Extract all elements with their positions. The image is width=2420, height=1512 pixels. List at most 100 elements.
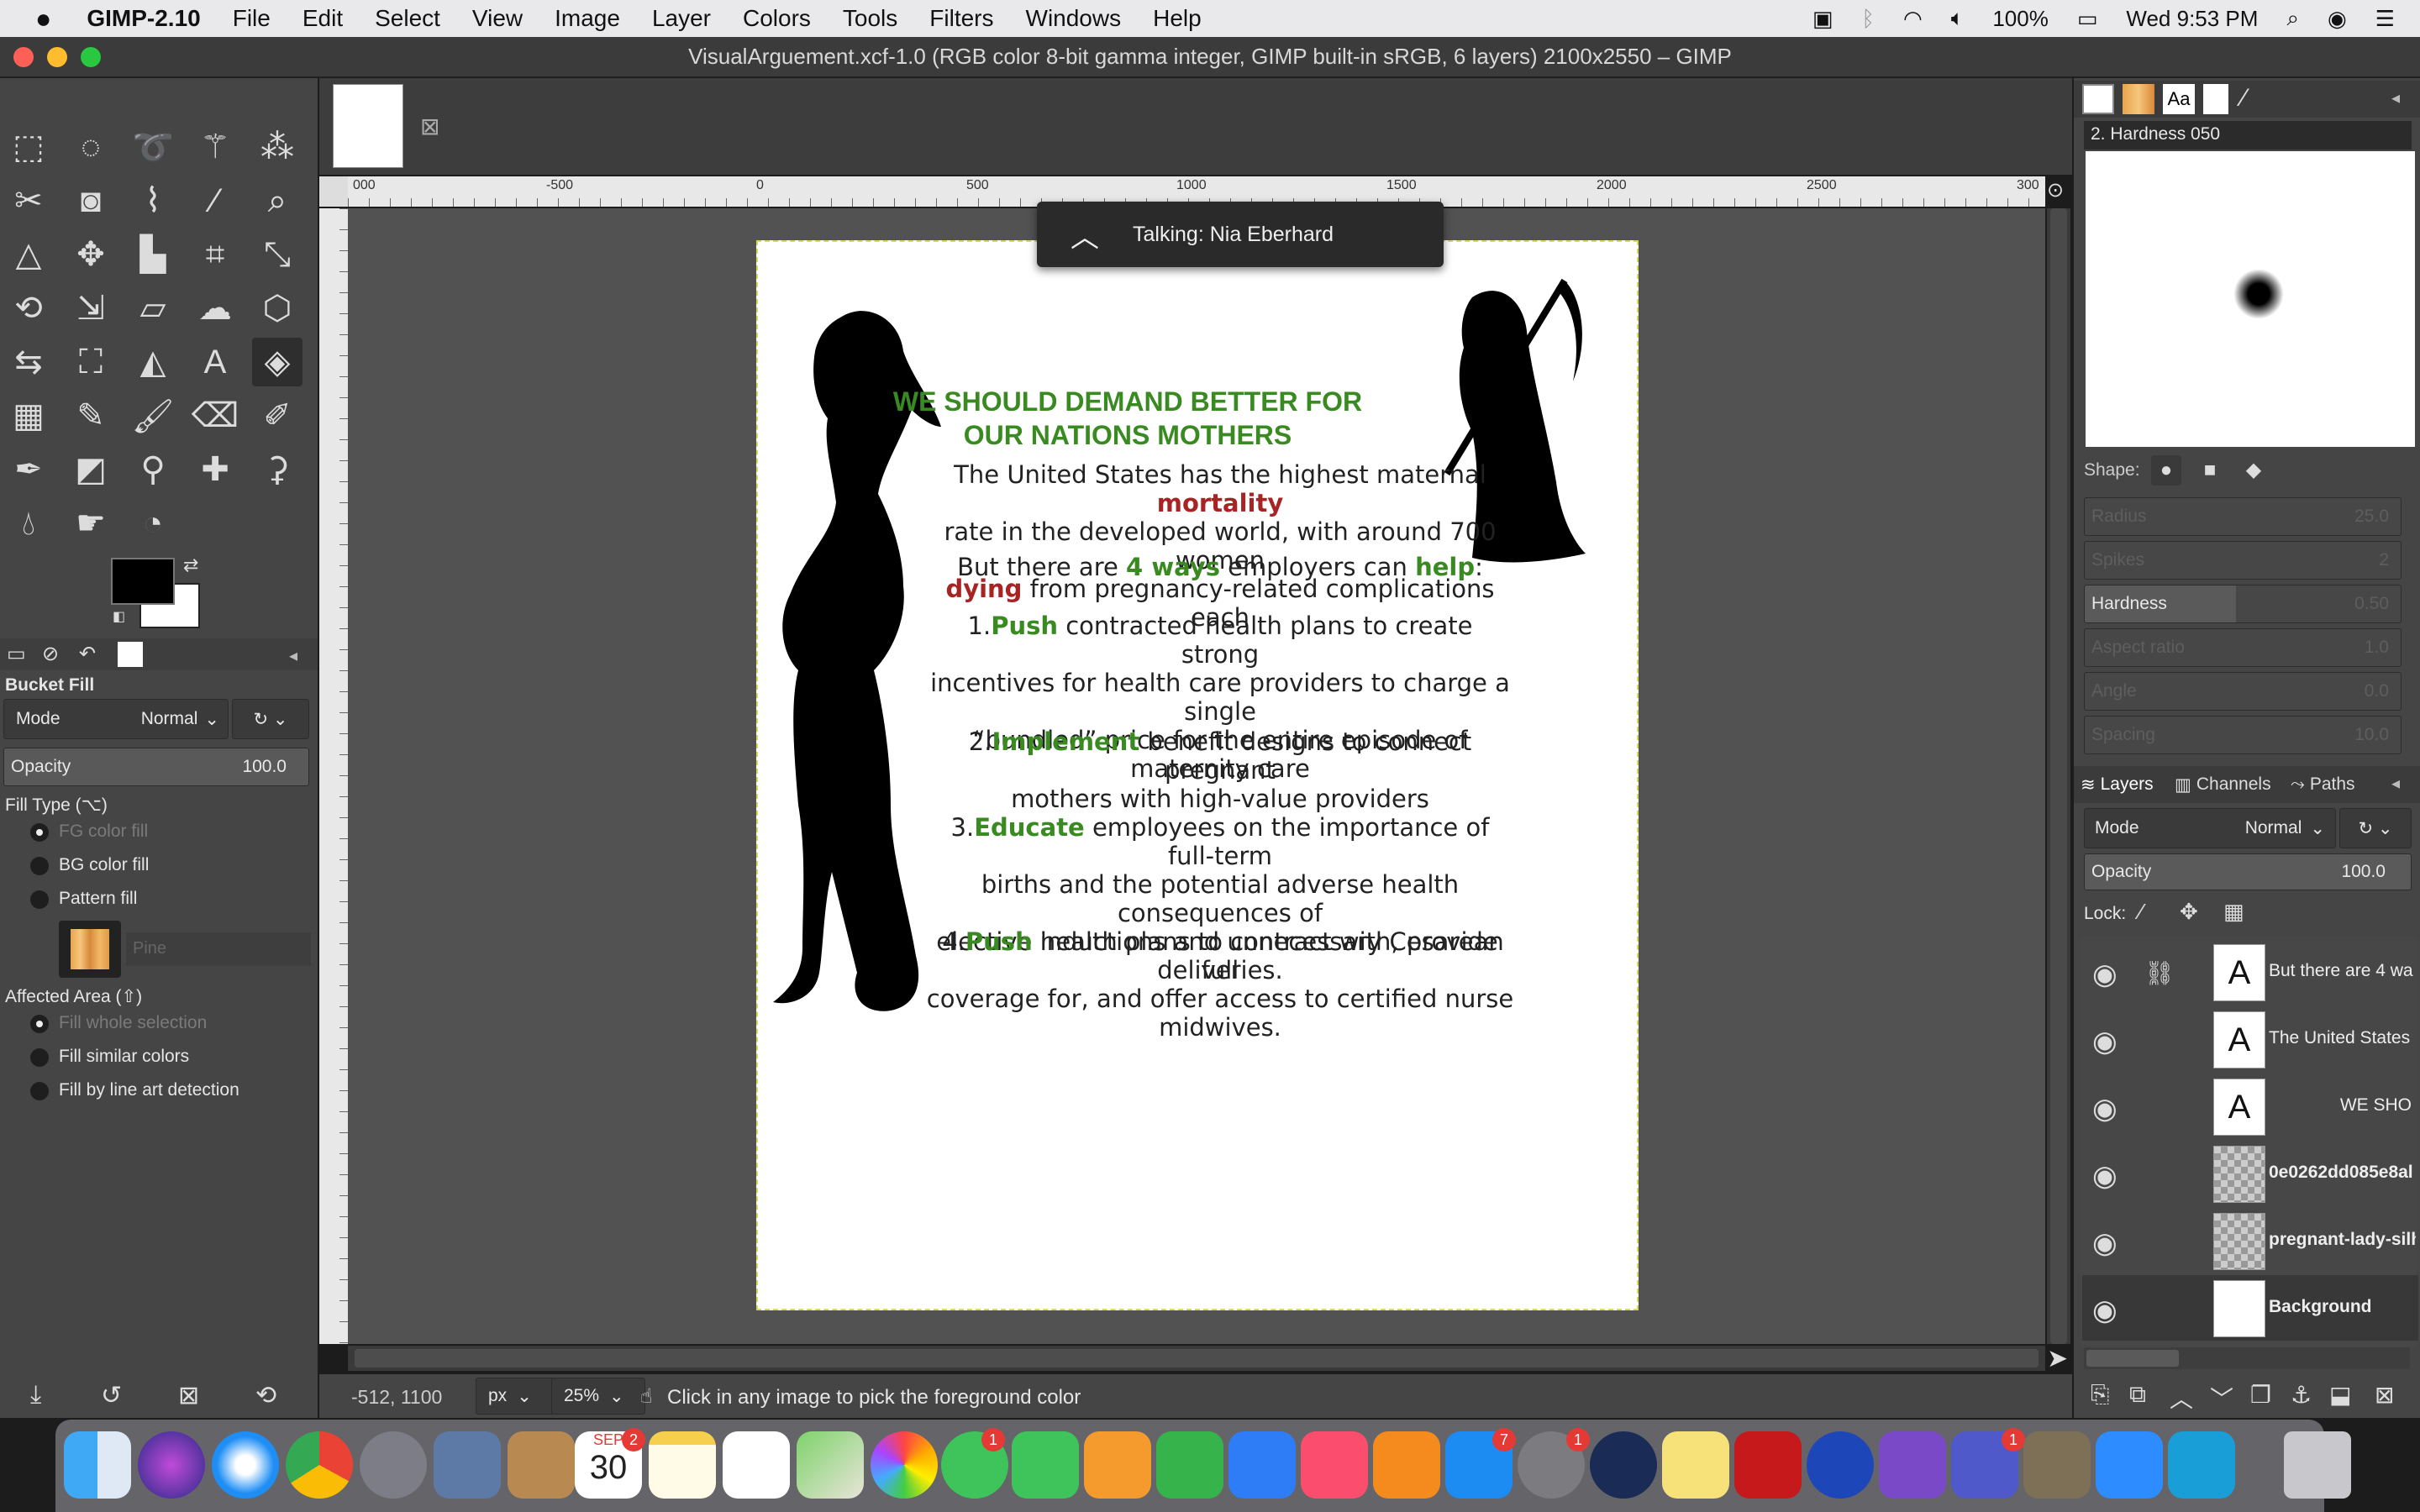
free-select-icon[interactable]: ➰ [128,123,178,171]
menu-help[interactable]: Help [1153,5,1202,32]
square-shape-button[interactable]: ■ [2195,455,2225,486]
tab-layers[interactable]: ≋ Layers [2081,769,2154,800]
battery-percent[interactable]: 100% [1992,6,2049,32]
menu-select[interactable]: Select [375,5,440,32]
wifi-icon[interactable]: ◠ [1903,6,1923,32]
tab-channels[interactable]: ▥ Channels [2175,769,2271,800]
unified-transform-icon[interactable]: ⤡ [252,230,302,279]
tool-mode-select[interactable]: Mode Normal ⌄ [3,699,229,739]
perspective-icon[interactable]: ⬡ [252,284,302,333]
diamond-shape-button[interactable]: ◆ [2238,455,2269,486]
bucket-fill-icon[interactable]: ◈ [252,338,302,386]
lock-position-icon[interactable]: ✥ [2180,899,2198,925]
chrome-icon[interactable] [286,1431,353,1499]
siri-dock-icon[interactable] [138,1431,205,1499]
pattern-swatch[interactable] [59,921,121,978]
facetime-icon[interactable] [1012,1431,1079,1499]
layer-mode-reset-button[interactable]: ↻ ⌄ [2339,808,2412,848]
battery-icon[interactable]: ▭ [2077,6,2098,32]
text-tool-icon[interactable]: A [190,338,240,386]
pencil-icon[interactable]: ✎ [66,391,116,440]
rotate-icon[interactable]: ⟲ [3,284,54,333]
apple-icon[interactable]: ● [35,3,51,34]
delete-options-icon[interactable]: ⊠ [178,1381,199,1410]
shear-icon[interactable]: ▱ [128,284,178,333]
visibility-eye-icon[interactable]: ◉ [2092,1226,2118,1260]
launchpad-icon[interactable] [360,1431,427,1499]
gradient-icon[interactable]: ▦ [3,391,54,440]
fill-line-art-radio[interactable] [30,1082,49,1100]
zoom-icon[interactable] [2096,1431,2163,1499]
photos-icon[interactable] [871,1431,938,1499]
scale-icon[interactable]: ⇲ [66,284,116,333]
restore-options-icon[interactable]: ↺ [101,1381,122,1410]
visibility-eye-icon[interactable]: ◉ [2092,1159,2118,1193]
menu-tools[interactable]: Tools [843,5,897,32]
bg-fill-radio[interactable] [30,857,49,875]
paintbrush-icon[interactable]: 🖌︎ [128,391,178,440]
fg-fill-radio[interactable] [30,823,49,842]
aspect-ratio-slider[interactable]: Aspect ratio 1.0 [2084,628,2402,667]
scissors-icon[interactable]: ✂ [3,176,54,225]
keynote-icon[interactable] [1228,1431,1296,1499]
mypaint-brush-icon[interactable]: ◩ [66,445,116,494]
layer-row[interactable]: ◉ A The United States [2082,1006,2418,1072]
save-options-icon[interactable]: ⤓ [30,1381,41,1410]
layer-mode-select[interactable]: Mode Normal ⌄ [2084,808,2336,848]
duplicate-layer-icon[interactable]: ❐ [2250,1381,2271,1409]
cage-transform-icon[interactable]: ⛶ [66,338,116,386]
menu-edit[interactable]: Edit [302,5,343,32]
reminders-icon[interactable] [723,1431,790,1499]
circle-shape-button[interactable]: ● [2151,455,2181,486]
ruler-corner[interactable] [319,176,348,207]
paths-icon[interactable]: ⌇ [128,176,178,225]
blur-icon[interactable]: 💧︎ [3,499,54,548]
smudge-warp-icon[interactable]: ◭ [128,338,178,386]
menu-filters[interactable]: Filters [929,5,993,32]
navigate-icon[interactable]: ➤ [2047,1344,2068,1373]
menu-layer[interactable]: Layer [652,5,711,32]
zoom-icon[interactable]: ⌕ [252,176,302,225]
color-picker-icon[interactable]: ⁄ [190,176,240,225]
zoom-window-button[interactable] [81,47,101,67]
lock-alpha-icon[interactable]: ▦ [2223,899,2244,925]
eagle-app-icon[interactable] [434,1431,501,1499]
chain-link-icon[interactable]: ⛓︎ [2144,959,2175,987]
control-center-icon[interactable]: ☰ [2375,6,2395,32]
close-image-tab-icon[interactable]: ⊠ [420,113,439,140]
perspective-clone-icon[interactable]: ⚳ [252,445,302,494]
ink-icon[interactable]: ✒ [3,445,54,494]
fonts-tab-icon[interactable]: Aa [2163,84,2195,114]
anchor-layer-icon[interactable]: ⚓︎ [2291,1381,2312,1409]
layer-opacity-slider[interactable]: Opacity 100.0 [2084,853,2412,890]
horizontal-scrollbar[interactable] [348,1346,2045,1371]
reset-colors-icon[interactable]: ◧ [113,608,125,625]
eraser-icon[interactable]: ⌫ [190,391,240,440]
hardness-slider[interactable]: Hardness 0.50 [2084,585,2402,623]
layer-row[interactable]: ◉ A WE SHO [2082,1074,2418,1139]
audacity-icon[interactable] [1807,1431,1874,1499]
tool-options-tab-icon[interactable]: ▭ [7,642,26,666]
pages-icon[interactable] [1084,1431,1151,1499]
fuzzy-select-icon[interactable]: ⚚ [190,123,240,171]
menu-colors[interactable]: Colors [743,5,811,32]
gimp-icon[interactable] [2023,1431,2091,1499]
align-icon[interactable]: ▙ [128,230,178,279]
crop-icon[interactable]: ⌗ [190,230,240,279]
stickies-icon[interactable] [1662,1431,1729,1499]
paint-dynamics-tab-icon[interactable]: ⁄ [2242,84,2246,113]
measure-icon[interactable]: △ [3,230,54,279]
minimize-window-button[interactable] [47,47,67,67]
acrobat-icon[interactable] [1734,1431,1802,1499]
panel-menu-icon[interactable]: ◂ [289,645,297,666]
document-tab-icon[interactable] [2203,84,2228,114]
dodge-burn-icon[interactable]: ◔ [128,499,178,548]
trash-icon[interactable] [2284,1431,2351,1499]
music-icon[interactable] [1301,1431,1368,1499]
move-icon[interactable]: ✥ [66,230,116,279]
finder-icon[interactable] [64,1431,131,1499]
warp-transform-icon[interactable]: ☁ [190,284,240,333]
ellipse-select-icon[interactable]: ◌ [66,123,116,171]
spikes-slider[interactable]: Spikes 2 [2084,541,2402,580]
pattern-fill-radio[interactable] [30,890,49,909]
